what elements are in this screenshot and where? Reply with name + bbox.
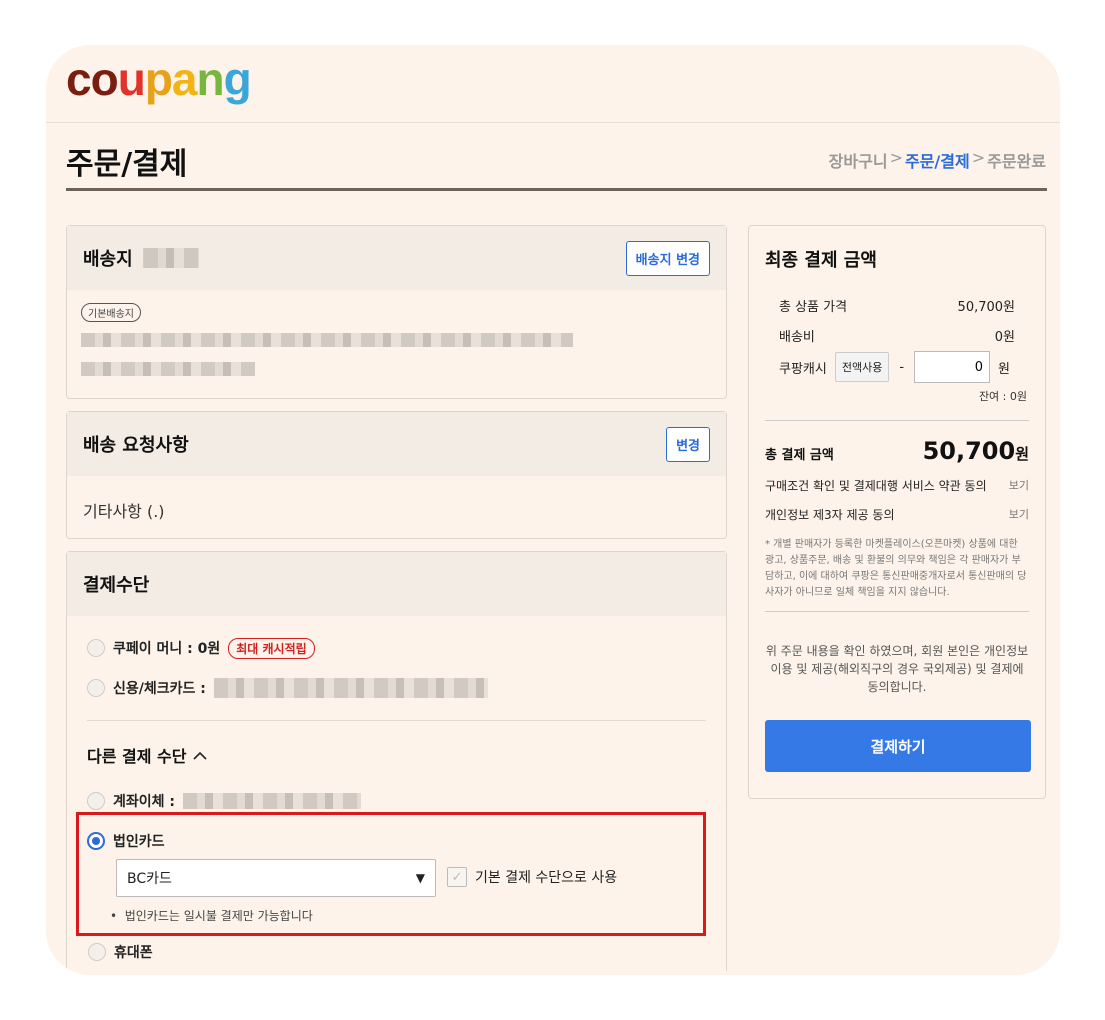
address-card: 배송지 배송지 변경 기본배송지 [66, 225, 727, 399]
logo-letter: u [117, 53, 146, 105]
coupay-radio[interactable] [87, 639, 105, 657]
corp-card-select-value: BC카드 [127, 871, 172, 887]
privacy-view-link[interactable]: 보기 [1001, 506, 1029, 523]
max-cash-badge: 최대 캐시적립 [228, 637, 315, 659]
phone-radio[interactable] [88, 943, 106, 961]
request-value: 기타사항 (.) [83, 502, 165, 521]
phone-label: 휴대폰 [114, 945, 153, 961]
card-option[interactable]: 신용/체크카드 : [87, 668, 706, 708]
title-rule [66, 188, 1047, 191]
breadcrumb: 장바구니 > 주문/결제 > 주문완료 [829, 148, 1046, 172]
payment-title: 결제수단 [83, 575, 150, 596]
shipping-label: 배송비 [779, 329, 815, 345]
page-frame: coupang 주문/결제 장바구니 > 주문/결제 > 주문완료 배송지 배송… [46, 45, 1060, 975]
request-title: 배송 요청사항 [83, 435, 189, 456]
summary-divider [765, 611, 1029, 612]
default-payment-label: 기본 결제 수단으로 사용 [475, 870, 618, 886]
total-value: 50,700 [922, 437, 1016, 465]
breadcrumb-separator: > [971, 148, 986, 167]
coupang-logo[interactable]: coupang [66, 49, 252, 109]
use-all-cash-button[interactable]: 전액사용 [834, 352, 890, 382]
bank-transfer-label: 계좌이체 : [113, 794, 175, 810]
request-card-header: 배송 요청사항 변경 [67, 412, 726, 476]
cash-remaining: 잔여 : 0원 [978, 390, 1027, 403]
pay-button[interactable]: 결제하기 [765, 720, 1031, 772]
marketplace-disclaimer: * 개별 판매자가 등록한 마켓플레이스(오픈마켓) 상품에 대한 광고, 상품… [765, 539, 1027, 598]
corp-card-note: • 법인카드는 일시불 결제만 가능합니다 [110, 909, 313, 923]
order-summary: 최종 결제 금액 총 상품 가격 50,700원 배송비 0원 쿠팡캐시 전액사… [748, 225, 1046, 799]
page-title: 주문/결제 [66, 147, 188, 182]
card-info-redacted [213, 678, 488, 698]
change-request-button[interactable]: 변경 [666, 426, 710, 462]
logo-letter: a [171, 53, 198, 105]
default-payment-checkbox[interactable]: ✓ [447, 867, 467, 887]
terms-view-link[interactable]: 보기 [1001, 477, 1029, 494]
logo-letter: g [223, 53, 252, 105]
cash-minus: - [899, 359, 905, 375]
card-label: 신용/체크카드 : [113, 681, 206, 697]
phone-option[interactable]: 휴대폰 [88, 932, 153, 972]
cash-amount-input[interactable] [914, 351, 991, 383]
change-address-button[interactable]: 배송지 변경 [625, 240, 710, 276]
default-payment-option[interactable]: ✓ 기본 결제 수단으로 사용 [447, 867, 617, 887]
terms-agree-row: 구매조건 확인 및 결제대행 서비스 약관 동의 보기 [765, 477, 1029, 494]
product-price-label: 총 상품 가격 [779, 299, 848, 315]
other-payment-toggle[interactable]: 다른 결제 수단 [87, 737, 706, 773]
request-card: 배송 요청사항 변경 기타사항 (.) [66, 411, 727, 539]
coupay-option[interactable]: 쿠페이 머니 : 0원 최대 캐시적립 [87, 628, 706, 668]
breadcrumb-separator: > [889, 148, 903, 167]
summary-divider [765, 420, 1029, 421]
cash-unit: 원 [998, 361, 1010, 377]
chevron-up-icon [192, 746, 208, 765]
order-confirm-text: 위 주문 내용을 확인 하였으며, 회원 본인은 개인정보 이용 및 제공(해외… [765, 644, 1029, 694]
payment-card-header: 결제수단 [67, 552, 726, 616]
card-radio[interactable] [87, 679, 105, 697]
terms-agree-text: 구매조건 확인 및 결제대행 서비스 약관 동의 [765, 479, 987, 493]
logo-letter: o [90, 53, 119, 105]
corp-card-select[interactable]: BC카드 ▼ [116, 859, 436, 897]
shipping-value: 0원 [994, 329, 1015, 345]
logo-letter: n [196, 53, 225, 105]
total-row: 총 결제 금액 50,700원 [765, 437, 1029, 465]
summary-title: 최종 결제 금액 [765, 250, 877, 271]
dropdown-caret-icon: ▼ [415, 871, 425, 885]
privacy-agree-text: 개인정보 제3자 제공 동의 [765, 508, 895, 522]
privacy-agree-row: 개인정보 제3자 제공 동의 보기 [765, 506, 1029, 523]
logo-letter: p [144, 53, 173, 105]
address-card-header: 배송지 배송지 변경 [67, 226, 726, 290]
default-address-tag: 기본배송지 [81, 303, 141, 322]
corp-card-note-text: 법인카드는 일시불 결제만 가능합니다 [124, 909, 313, 923]
product-price-value: 50,700원 [957, 299, 1015, 315]
other-payment-title: 다른 결제 수단 [87, 747, 187, 766]
coupang-cash-row: 쿠팡캐시 전액사용 - 원 [765, 350, 1029, 384]
payment-divider [87, 720, 706, 721]
coupay-label: 쿠페이 머니 : 0원 [113, 641, 221, 657]
product-price-row: 총 상품 가격 50,700원 [765, 290, 1029, 320]
logo-letter: c [66, 53, 92, 105]
total-label: 총 결제 금액 [765, 448, 834, 463]
shipping-row: 배송비 0원 [765, 320, 1029, 350]
address-line-redacted [81, 333, 573, 347]
bank-transfer-radio[interactable] [87, 792, 105, 810]
total-unit: 원 [1015, 445, 1029, 463]
bank-info-redacted [183, 793, 361, 809]
cash-label: 쿠팡캐시 [779, 361, 827, 377]
header-divider [46, 122, 1060, 123]
breadcrumb-complete: 주문완료 [987, 152, 1046, 171]
address-title: 배송지 [83, 249, 133, 270]
breadcrumb-cart: 장바구니 [828, 152, 888, 171]
phone-redacted [81, 362, 255, 376]
recipient-name-redacted [142, 248, 199, 268]
address-body: 기본배송지 [67, 290, 726, 398]
breadcrumb-checkout: 주문/결제 [904, 152, 970, 171]
